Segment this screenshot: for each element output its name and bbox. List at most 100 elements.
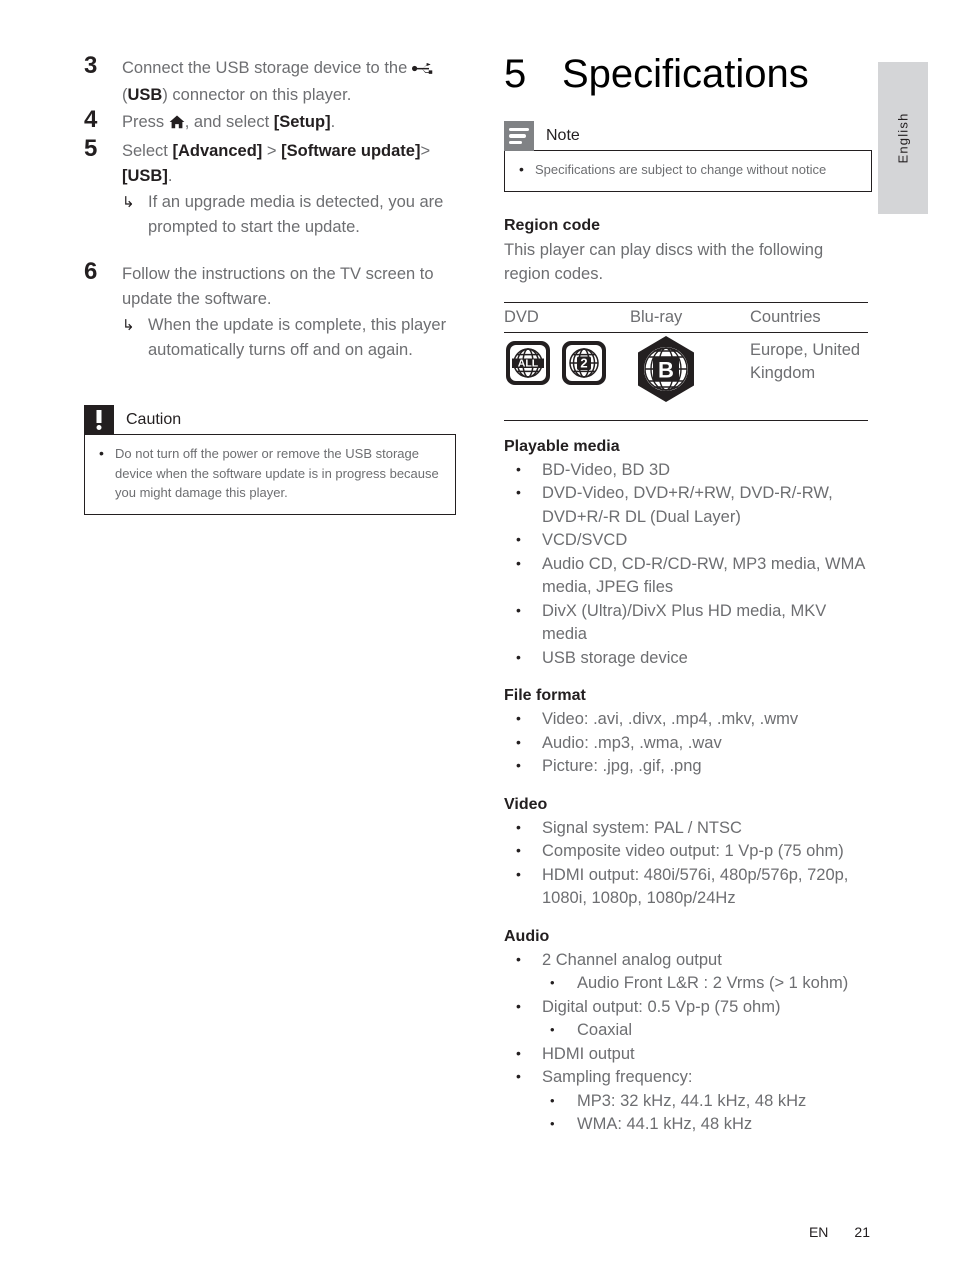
- sub-list-item-text: MP3: 32 kHz, 44.1 kHz, 48 kHz: [577, 1091, 807, 1110]
- audio-sublist: • MP3: 32 kHz, 44.1 kHz, 48 kHz • WMA: 44.…: [542, 1090, 872, 1137]
- caution-item-text: Do not turn off the power or remove the …: [115, 446, 439, 500]
- table-header-bluray: Blu-ray: [630, 307, 683, 326]
- step-5-text-part2: >: [262, 142, 282, 160]
- step-5-number: 5: [84, 135, 98, 162]
- footer-language-code: EN: [808, 1224, 829, 1240]
- bullet-icon: •: [516, 1068, 521, 1084]
- section-playable-media: Playable media • BD-Video, BD 3D • DVD-Vid…: [504, 435, 872, 671]
- note-header: Note: [504, 121, 872, 151]
- step-4-text-part1: Press: [122, 113, 169, 131]
- right-column: 5 Specifications Note • Specifications a…: [504, 52, 872, 1137]
- chapter-number: 5: [504, 52, 527, 96]
- region-code-heading: Region code: [504, 216, 601, 234]
- sub-list-item: • Audio Front L&R : 2 Vrms (> 1 kohm): [542, 972, 872, 996]
- page-footer: EN 21: [0, 1224, 954, 1240]
- list-item: • Composite video output: 1 Vp-p (75 ohm): [504, 840, 872, 864]
- step-5-text: Select [Advanced] > [Software update]> […: [122, 139, 456, 189]
- table-cell-dvd: ALL 2: [504, 339, 630, 410]
- audio-list: • 2 Channel analog output • Audio Front L…: [504, 949, 872, 1137]
- svg-text:2: 2: [580, 355, 587, 370]
- audio-sublist: • Audio Front L&R : 2 Vrms (> 1 kohm): [542, 972, 872, 996]
- bullet-icon: •: [516, 950, 521, 967]
- note-lines-icon: [504, 121, 534, 151]
- list-item: • HDMI output: [504, 1043, 872, 1067]
- bullet-icon: •: [550, 1116, 555, 1131]
- step-5-text-part4: .: [167, 167, 173, 185]
- note-item-text: Specifications are subject to change wit…: [535, 162, 827, 177]
- step-4-bold: [Setup]: [273, 113, 331, 131]
- bullet-icon: •: [516, 710, 521, 726]
- bullet-icon: •: [516, 648, 521, 665]
- section-video: Video • Signal system: PAL / NTSC • Compos…: [504, 793, 872, 911]
- list-item-text: Sampling frequency:: [542, 1068, 693, 1086]
- manual-page: English 3 Connect the USB storage device…: [0, 0, 954, 1272]
- step-5-bold-usb: [USB]: [122, 167, 168, 185]
- step-3-text: Connect the USB storage device to the (U…: [122, 56, 456, 108]
- step-5-text-part3: >: [420, 142, 431, 160]
- table-header-dvd: DVD: [504, 307, 539, 326]
- arrow-icon: ↳: [122, 194, 135, 211]
- table-bottom-rule: [504, 419, 868, 421]
- bullet-icon: •: [519, 161, 524, 177]
- list-item: • Audio CD, CD-R/CD-RW, MP3 media, WMA me…: [504, 553, 872, 600]
- region-code-paragraph: This player can play discs with the foll…: [504, 240, 824, 283]
- bluray-region-b-icon: B: [630, 335, 702, 409]
- audio-heading: Audio: [504, 927, 550, 945]
- step-6-substep: ↳ When the update is complete, this play…: [122, 313, 456, 363]
- section-file-format: File format • Video: .avi, .divx, .mp4, .…: [504, 684, 872, 779]
- bullet-icon: •: [516, 997, 521, 1014]
- playable-media-heading: Playable media: [504, 437, 620, 455]
- list-item: • Video: .avi, .divx, .mp4, .mkv, .wmv: [504, 708, 872, 732]
- list-item-text: BD-Video, BD 3D: [542, 460, 671, 479]
- sub-list-item: • Coaxial: [542, 1019, 872, 1043]
- step-5-bold-software-update: [Software update]: [281, 142, 421, 160]
- step-4-text-part2: , and select: [184, 113, 274, 131]
- svg-text:B: B: [658, 357, 674, 382]
- list-item: • 2 Channel analog output • Audio Front L…: [504, 949, 872, 996]
- bullet-icon: •: [516, 484, 521, 500]
- bullet-icon: •: [516, 531, 521, 547]
- sub-list-item-text: Coaxial: [577, 1021, 633, 1039]
- list-item-text: Video: .avi, .divx, .mp4, .mkv, .wmv: [542, 710, 799, 728]
- step-3-text-part3: ) connector on this player.: [162, 86, 352, 104]
- step-6-substep-text: When the update is complete, this player…: [148, 316, 447, 359]
- note-callout: Note • Specifications are subject to cha…: [504, 121, 872, 192]
- list-item-text: DivX (Ultra)/DivX Plus HD media, MKV med…: [542, 601, 827, 644]
- sub-list-item: • MP3: 32 kHz, 44.1 kHz, 48 kHz: [542, 1090, 872, 1114]
- list-item-text: Digital output: 0.5 Vp-p (75 ohm): [542, 997, 781, 1016]
- table-header-countries: Countries: [750, 307, 821, 326]
- list-item: • Digital output: 0.5 Vp-p (75 ohm) • Coa…: [504, 996, 872, 1043]
- list-item: • DVD-Video, DVD+R/+RW, DVD-R/-RW, DVD+R/…: [504, 482, 872, 529]
- left-column: 3 Connect the USB storage device to the …: [84, 52, 456, 515]
- dvd-region-all-icon: ALL: [504, 339, 552, 392]
- exclamation-icon: [84, 405, 114, 435]
- list-item: • BD-Video, BD 3D: [504, 459, 872, 483]
- step-6: 6 Follow the instructions on the TV scre…: [84, 258, 456, 363]
- list-item: • USB storage device: [504, 647, 872, 671]
- note-title: Note: [546, 127, 580, 144]
- language-tab: English: [878, 62, 928, 214]
- list-item-text: 2 Channel analog output: [542, 950, 722, 969]
- list-item: • VCD/SVCD: [504, 529, 872, 553]
- step-6-number: 6: [84, 258, 98, 285]
- list-item: • Signal system: PAL / NTSC: [504, 817, 872, 841]
- bullet-icon: •: [516, 460, 521, 477]
- step-6-text: Follow the instructions on the TV screen…: [122, 265, 434, 308]
- section-audio: Audio • 2 Channel analog output • Audio F…: [504, 925, 872, 1137]
- list-item-text: VCD/SVCD: [542, 531, 628, 549]
- bullet-icon: •: [516, 601, 521, 618]
- chapter-heading: 5 Specifications: [504, 52, 872, 97]
- caution-header: Caution: [84, 405, 456, 435]
- note-box: • Specifications are subject to change w…: [504, 150, 872, 192]
- step-3: 3 Connect the USB storage device to the …: [84, 52, 456, 108]
- bullet-icon: •: [550, 1092, 555, 1108]
- bullet-icon: •: [516, 818, 521, 835]
- list-item: • Picture: .jpg, .gif, .png: [504, 755, 872, 779]
- table-data-row: ALL 2 B Europe, United Kingdom: [504, 333, 868, 420]
- usb-icon: [411, 58, 434, 83]
- svg-text:ALL: ALL: [518, 357, 539, 369]
- sub-list-item-text: WMA: 44.1 kHz, 48 kHz: [577, 1115, 753, 1133]
- file-format-heading: File format: [504, 687, 586, 704]
- table-cell-countries: Europe, United Kingdom: [750, 339, 868, 410]
